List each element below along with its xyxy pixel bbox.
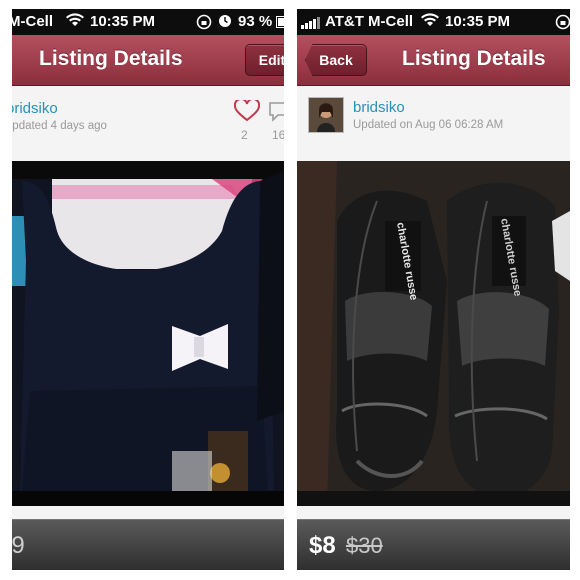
page-title: Listing Details <box>39 47 183 70</box>
listing-photo[interactable]: charlotte russe charlotte russe <box>297 161 570 506</box>
price-bar: $8 $30 <box>297 519 570 570</box>
user-row: bridsiko Updated 4 days ago 2 16 <box>12 86 284 161</box>
listing-photo[interactable] <box>12 161 284 506</box>
battery-icon <box>276 15 284 32</box>
price-bar: $9 <box>12 519 284 570</box>
carrier-label: M-Cell <box>12 13 53 30</box>
wifi-icon <box>66 13 84 31</box>
alarm-icon <box>218 14 232 32</box>
status-time: 10:35 PM <box>90 13 156 30</box>
wifi-icon <box>421 13 439 31</box>
likes-count: 2 <box>241 128 248 142</box>
rotation-lock-icon <box>196 14 212 34</box>
left-screenshot: M-Cell 10:35 PM 93 % Listing Details Edi… <box>12 9 284 570</box>
updated-label: Updated on Aug 06 06:28 AM <box>353 119 504 131</box>
username-link[interactable]: bridsiko <box>353 99 405 116</box>
comment-icon[interactable] <box>268 101 284 128</box>
signal-icon <box>301 16 321 33</box>
price-label: $9 <box>12 532 25 559</box>
right-screenshot: AT&T M-Cell 10:35 PM Back Listing Detail… <box>297 9 570 570</box>
price-label: $8 <box>309 532 336 559</box>
back-button[interactable]: Back <box>305 44 367 76</box>
page-title: Listing Details <box>402 47 546 70</box>
nav-bar: Listing Details Edit <box>12 35 284 86</box>
status-bar: M-Cell 10:35 PM 93 % <box>12 9 284 35</box>
rotation-lock-icon <box>555 14 570 34</box>
avatar[interactable] <box>308 97 344 133</box>
battery-percent: 93 % <box>238 13 273 30</box>
user-row: bridsiko Updated on Aug 06 06:28 AM <box>297 86 570 161</box>
updated-label: Updated 4 days ago <box>12 120 107 132</box>
heart-icon[interactable] <box>233 97 261 127</box>
edit-button[interactable]: Edit <box>245 44 284 76</box>
nav-bar: Back Listing Details <box>297 35 570 86</box>
username-link[interactable]: bridsiko <box>12 100 58 117</box>
comments-count: 16 <box>272 128 284 142</box>
status-bar: AT&T M-Cell 10:35 PM <box>297 9 570 35</box>
status-time: 10:35 PM <box>445 13 511 30</box>
carrier-label: AT&T M-Cell <box>325 13 414 30</box>
original-price-label: $30 <box>346 533 383 558</box>
